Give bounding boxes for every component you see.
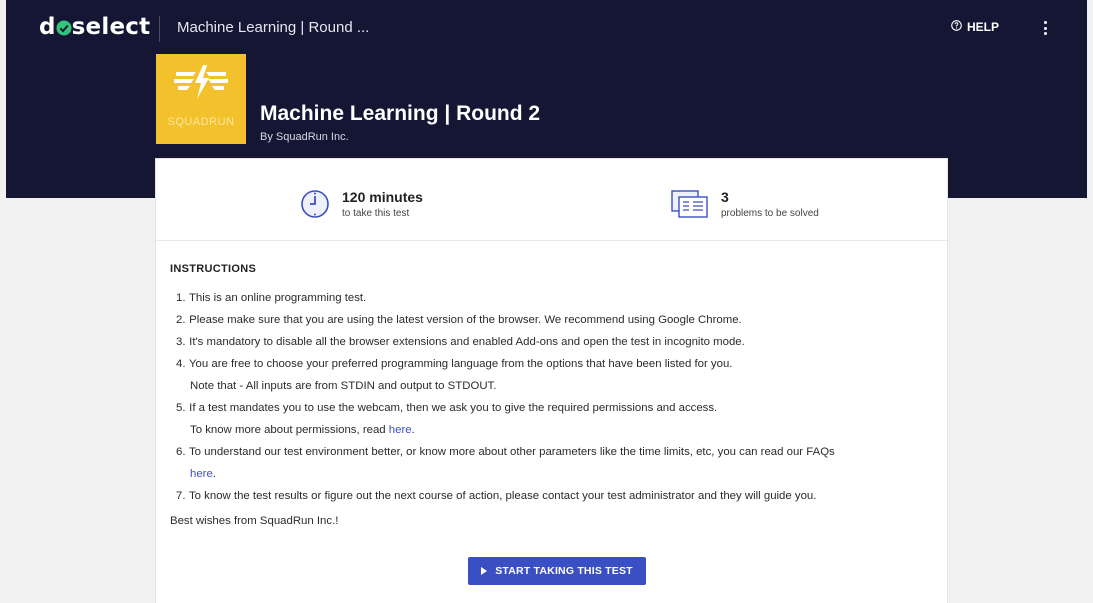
doselect-logo[interactable]: d select (39, 14, 150, 42)
closing-message: Best wishes from SquadRun Inc.! (170, 515, 339, 527)
test-title: Machine Learning | Round 2 (260, 102, 541, 125)
list-item: 1. This is an online programming test. (176, 292, 367, 304)
start-test-button[interactable]: START TAKING THIS TEST (468, 557, 646, 585)
instructions-section: INSTRUCTIONS 1. This is an online progra… (170, 263, 940, 527)
problems-stat: 3 problems to be solved (671, 189, 819, 224)
check-circle-icon (56, 16, 72, 42)
test-stats: 120 minutes to take this test 3 problems… (156, 159, 947, 241)
instructions-list: 1. This is an online programming test. 2… (170, 287, 940, 507)
breadcrumb: Machine Learning | Round ... (177, 19, 370, 36)
brand-word: SQUADRUN (167, 116, 235, 128)
list-item: 5. If a test mandates you to use the web… (176, 402, 718, 414)
list-item-note: Note that - All inputs are from STDIN an… (190, 380, 497, 392)
clock-icon (300, 189, 330, 224)
divider (159, 16, 160, 42)
test-card: 120 minutes to take this test 3 problems… (155, 158, 948, 603)
list-item: 2. Please make sure that you are using t… (176, 314, 742, 326)
problems-value: 3 (721, 189, 729, 205)
list-item: 6. To understand our test environment be… (176, 446, 835, 458)
duration-value: 120 minutes (342, 189, 423, 205)
help-icon (951, 20, 962, 34)
start-test-label: START TAKING THIS TEST (495, 565, 633, 577)
top-nav: d select Machine Learning | Round ... HEL… (6, 0, 1087, 58)
more-menu-icon[interactable] (1039, 18, 1051, 38)
faqs-link[interactable]: here (190, 468, 213, 480)
squadrun-logo: SQUADRUN (156, 54, 246, 144)
list-item-note: To know more about permissions, read her… (190, 424, 415, 436)
list-item: 7. To know the test results or figure ou… (176, 490, 817, 502)
permissions-link[interactable]: here (389, 424, 412, 436)
play-icon (481, 567, 488, 575)
list-item-note: here. (190, 468, 216, 480)
list-item: 4. You are free to choose your preferred… (176, 358, 733, 370)
test-byline: By SquadRun Inc. (260, 131, 349, 143)
logo-prefix: d (39, 14, 56, 40)
logo-suffix: select (71, 14, 151, 40)
help-button[interactable]: HELP (951, 20, 999, 34)
duration-caption: to take this test (342, 208, 410, 219)
duration-stat: 120 minutes to take this test (300, 189, 423, 224)
problems-caption: problems to be solved (721, 208, 819, 219)
help-label: HELP (967, 20, 1000, 34)
list-item: 3. It's mandatory to disable all the bro… (176, 336, 745, 348)
instructions-heading: INSTRUCTIONS (170, 263, 257, 275)
documents-icon (671, 189, 709, 224)
